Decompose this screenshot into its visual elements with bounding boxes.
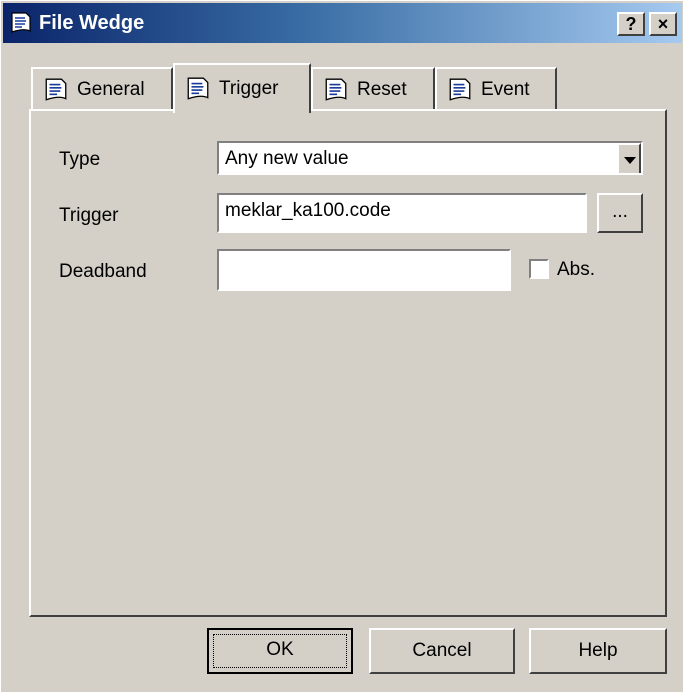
- tab-reset[interactable]: Reset: [311, 67, 435, 111]
- tab-reset-label: Reset: [357, 79, 407, 100]
- tab-general[interactable]: General: [31, 67, 173, 111]
- deadband-input[interactable]: [217, 249, 511, 291]
- document-icon: [449, 78, 471, 101]
- browse-button[interactable]: ...: [597, 193, 643, 233]
- help-title-button[interactable]: ?: [617, 12, 645, 36]
- ok-button[interactable]: OK: [207, 628, 353, 674]
- tab-trigger[interactable]: Trigger: [173, 63, 311, 113]
- tab-trigger-label: Trigger: [219, 78, 279, 99]
- close-button[interactable]: ×: [649, 12, 677, 36]
- abs-label: Abs.: [557, 259, 596, 280]
- title-bar[interactable]: File Wedge ? ×: [3, 3, 682, 43]
- document-icon: [45, 78, 67, 101]
- file-wedge-dialog: File Wedge ? × General Trigger Reset Eve…: [0, 0, 683, 692]
- deadband-label: Deadband: [59, 261, 147, 282]
- document-icon: [187, 77, 209, 100]
- tab-event-label: Event: [481, 79, 530, 100]
- trigger-input[interactable]: meklar_ka100.code: [217, 193, 587, 233]
- focus-rect: [213, 634, 347, 668]
- abs-checkbox[interactable]: [529, 259, 549, 279]
- document-icon: [11, 12, 31, 33]
- chevron-down-icon[interactable]: [617, 143, 641, 173]
- type-dropdown[interactable]: Any new value: [217, 141, 643, 175]
- help-button[interactable]: Help: [529, 628, 667, 674]
- trigger-value: meklar_ka100.code: [225, 200, 391, 221]
- document-icon: [325, 78, 347, 101]
- trigger-panel: Type Any new value Trigger meklar_ka100.…: [29, 109, 667, 617]
- tab-event[interactable]: Event: [435, 67, 557, 111]
- window-title: File Wedge: [39, 12, 145, 34]
- trigger-label: Trigger: [59, 205, 119, 226]
- tab-general-label: General: [77, 79, 145, 100]
- type-value: Any new value: [225, 148, 349, 169]
- type-label: Type: [59, 149, 101, 170]
- cancel-button[interactable]: Cancel: [369, 628, 515, 674]
